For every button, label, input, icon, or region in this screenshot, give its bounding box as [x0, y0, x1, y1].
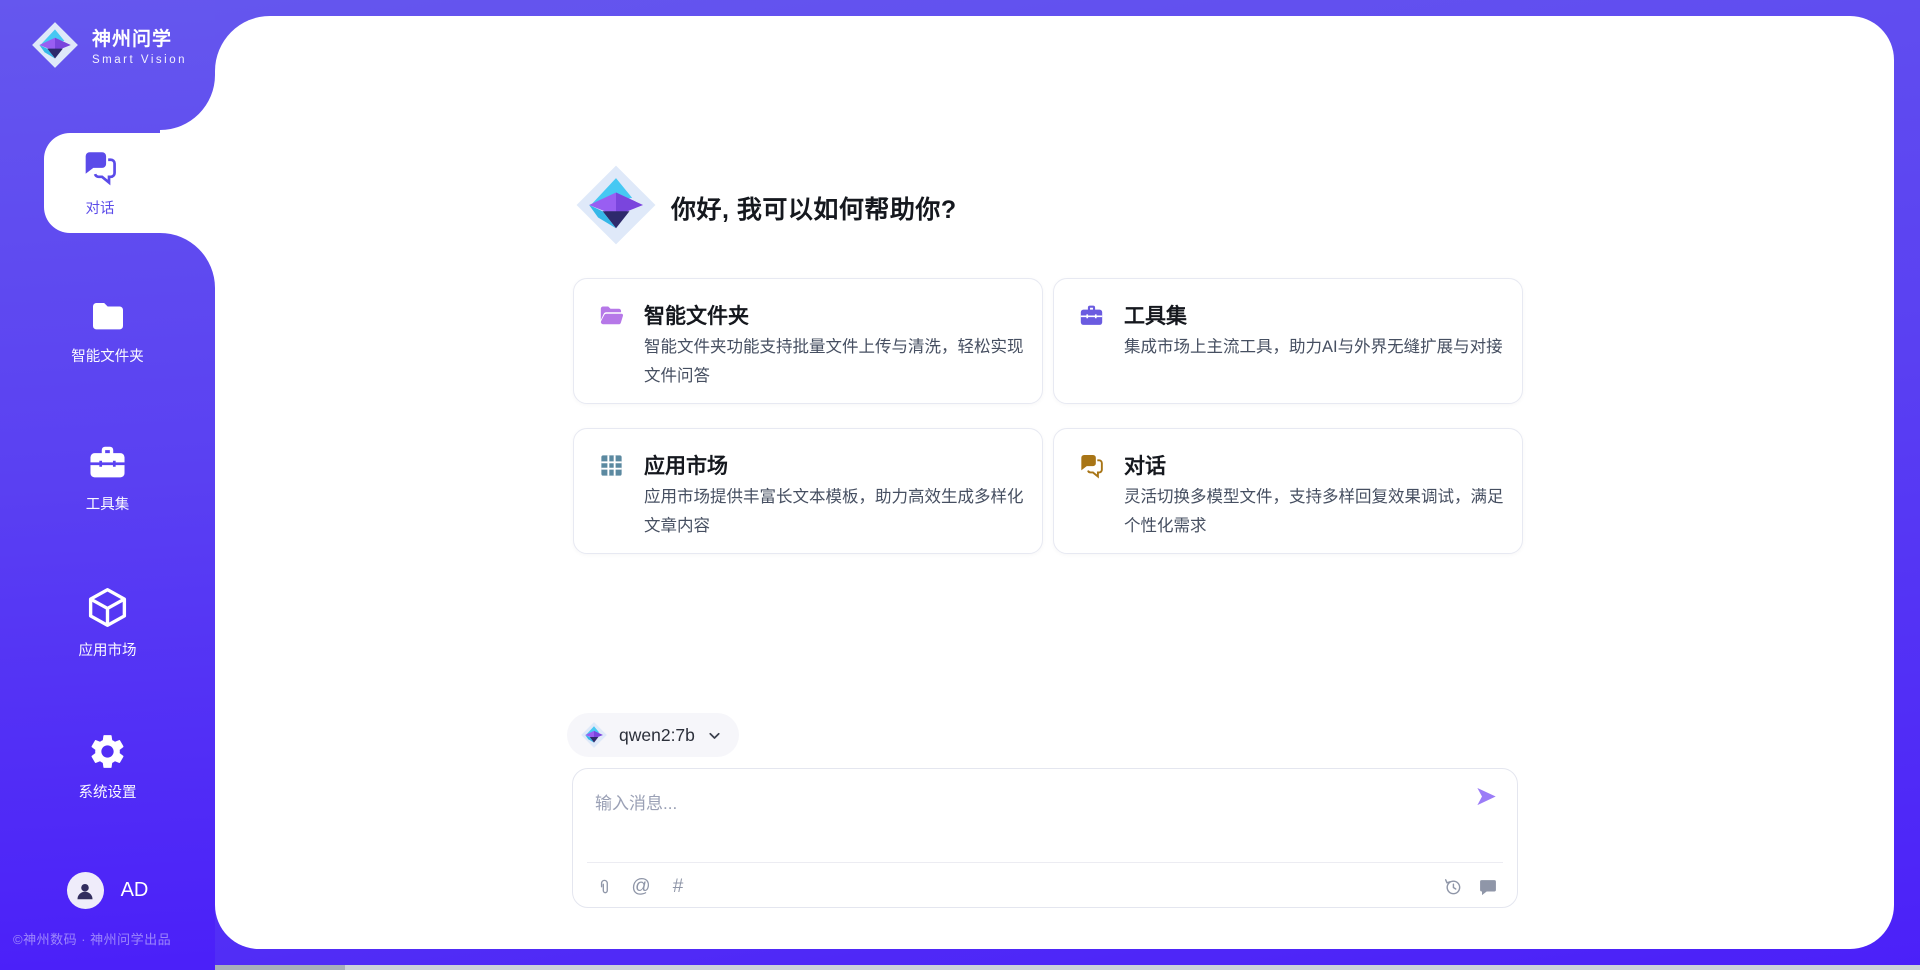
chat-icon	[81, 148, 119, 186]
sidebar-item-label: 系统设置	[79, 781, 137, 802]
user-name: AD	[121, 879, 149, 902]
sidebar-item-app-market[interactable]: 应用市场	[0, 585, 215, 660]
brand-tagline: Smart Vision	[92, 54, 187, 66]
toolbox-icon	[86, 441, 129, 484]
cube-icon	[85, 585, 130, 630]
chat-icon	[1078, 452, 1105, 479]
card-description: 集成市场上主流工具，助力AI与外界无缝扩展与对接	[1124, 333, 1516, 362]
hash-icon[interactable]: #	[667, 876, 689, 898]
card-title: 应用市场	[644, 450, 728, 480]
main-panel: 你好, 我可以如何帮助你? 智能文件夹 智能文件夹功能支持批量文件上传与清洗，轻…	[215, 16, 1894, 949]
card-description: 智能文件夹功能支持批量文件上传与清洗，轻松实现文件问答	[644, 333, 1036, 391]
folder-icon	[88, 296, 128, 336]
sidebar-item-toolset[interactable]: 工具集	[0, 441, 215, 514]
send-icon[interactable]: ➤	[1474, 783, 1497, 810]
message-input[interactable]: 输入消息...	[595, 789, 677, 814]
feature-card-app-market[interactable]: 应用市场 应用市场提供丰富长文本模板，助力高效生成多样化文章内容	[573, 428, 1043, 554]
sidebar-item-smart-folder[interactable]: 智能文件夹	[0, 296, 215, 366]
diamond-logo-icon	[580, 721, 608, 749]
diamond-logo-icon	[30, 20, 80, 70]
greeting-title: 你好, 我可以如何帮助你?	[671, 190, 957, 226]
sidebar-item-label: 工具集	[86, 493, 130, 514]
feature-card-chat[interactable]: 对话 灵活切换多模型文件，支持多样回复效果调试，满足个性化需求	[1053, 428, 1523, 554]
brand-diamond-logo-icon	[573, 162, 659, 248]
folder-open-icon	[598, 302, 625, 329]
composer-divider	[587, 862, 1503, 863]
chevron-down-icon	[706, 727, 723, 744]
paperclip-icon[interactable]	[593, 876, 615, 898]
card-description: 应用市场提供丰富长文本模板，助力高效生成多样化文章内容	[644, 483, 1036, 541]
card-title: 对话	[1124, 450, 1166, 480]
brand-name: 神州问学	[92, 24, 187, 51]
copyright-footer: ©神州数码 · 神州问学出品	[13, 929, 171, 948]
model-selector[interactable]: qwen2:7b	[567, 713, 739, 757]
gear-icon	[87, 731, 128, 772]
card-title: 智能文件夹	[644, 300, 749, 330]
comment-icon[interactable]	[1477, 876, 1499, 898]
feature-card-toolset[interactable]: 工具集 集成市场上主流工具，助力AI与外界无缝扩展与对接	[1053, 278, 1523, 404]
card-description: 灵活切换多模型文件，支持多样回复效果调试，满足个性化需求	[1124, 483, 1516, 541]
avatar	[67, 872, 104, 909]
sidebar-item-chat[interactable]: 对话	[44, 197, 156, 218]
model-name: qwen2:7b	[619, 725, 695, 746]
person-icon	[74, 880, 96, 902]
history-icon[interactable]	[1442, 876, 1464, 898]
feature-card-smart-folder[interactable]: 智能文件夹 智能文件夹功能支持批量文件上传与清洗，轻松实现文件问答	[573, 278, 1043, 404]
sidebar-item-label: 智能文件夹	[71, 345, 144, 366]
at-icon[interactable]: @	[630, 876, 652, 898]
sidebar-item-label: 应用市场	[79, 639, 137, 660]
briefcase-icon	[1078, 302, 1105, 329]
grid-icon	[598, 452, 625, 479]
sidebar-item-settings[interactable]: 系统设置	[0, 731, 215, 802]
brand-logo: 神州问学 Smart Vision	[30, 20, 187, 70]
card-title: 工具集	[1124, 300, 1187, 330]
user-profile[interactable]: AD	[0, 872, 215, 909]
message-composer: 输入消息... ➤ @ #	[572, 768, 1518, 908]
